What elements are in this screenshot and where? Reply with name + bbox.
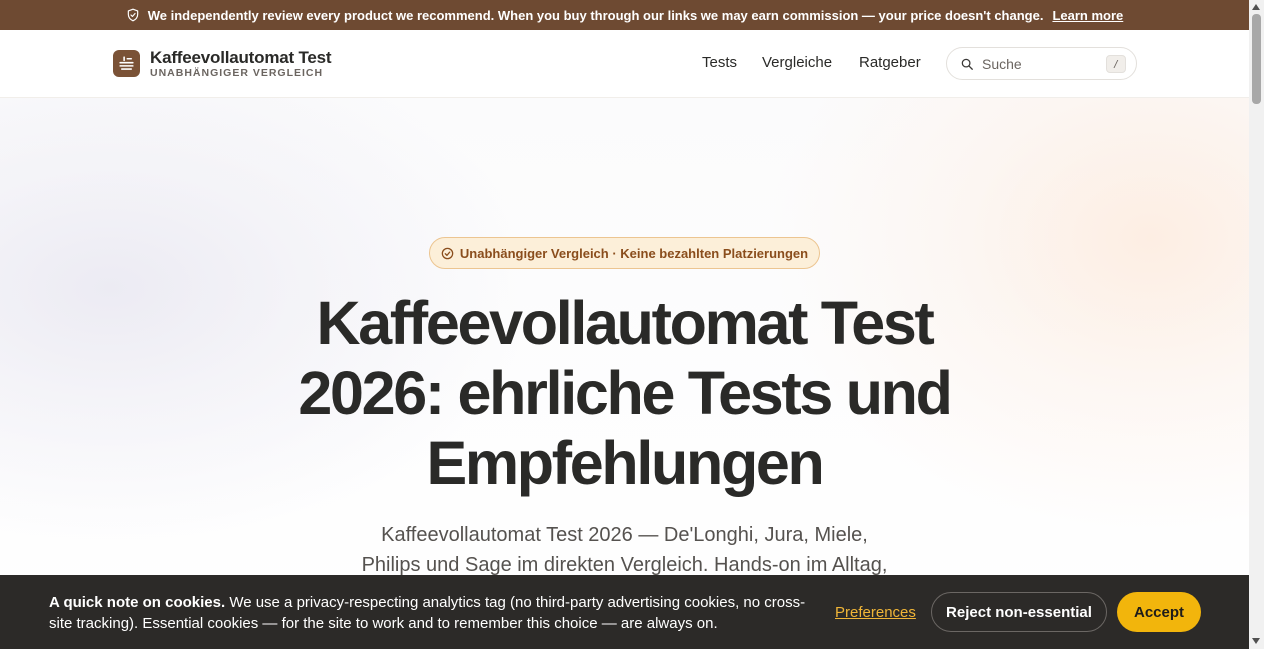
title-line: Empfehlungen <box>426 429 824 497</box>
affiliate-disclosure-bar: We independently review every product we… <box>0 0 1249 30</box>
page-scrollbar[interactable] <box>1249 0 1264 649</box>
nav-vergleiche[interactable]: Vergleiche <box>762 54 832 71</box>
disclosure-text: We independently review every product we… <box>147 7 1044 23</box>
site-header: Kaffeevollautomat Test UNABHÄNGIGER VERG… <box>0 30 1249 98</box>
preferences-link[interactable]: Preferences <box>835 604 916 621</box>
lede-line: Kaffeevollautomat Test 2026 — De'Longhi,… <box>381 524 868 546</box>
learn-more-link[interactable]: Learn more <box>1052 8 1123 23</box>
hero-section: Unabhängiger Vergleich · Keine bezahlten… <box>0 98 1249 649</box>
badge-text: Unabhängiger Vergleich · Keine bezahlten… <box>459 245 809 261</box>
cookie-title: A quick note on cookies. <box>49 594 226 611</box>
coffee-machine-icon[interactable] <box>113 50 140 77</box>
search-input[interactable]: Suche / <box>946 47 1137 80</box>
cookie-banner: A quick note on cookies. We use a privac… <box>0 575 1249 649</box>
scroll-thumb[interactable] <box>1252 14 1261 104</box>
brand-title[interactable]: Kaffeevollautomat Test <box>150 48 332 68</box>
accept-button[interactable]: Accept <box>1117 592 1201 632</box>
search-icon <box>960 57 974 71</box>
shield-check-icon <box>126 8 140 22</box>
lede-line: Philips und Sage im direkten Vergleich. … <box>361 554 888 576</box>
nav-ratgeber[interactable]: Ratgeber <box>859 54 921 71</box>
independence-badge: Unabhängiger Vergleich · Keine bezahlten… <box>429 237 820 269</box>
reject-button[interactable]: Reject non-essential <box>931 592 1107 632</box>
page-title: Kaffeevollautomat Test 2026: ehrliche Te… <box>200 288 1049 498</box>
search-placeholder: Suche <box>982 55 1022 72</box>
check-circle-icon <box>441 247 454 260</box>
title-line: 2026: ehrliche Tests und <box>298 359 953 427</box>
search-shortcut-key: / <box>1106 55 1126 73</box>
hero-lede: Kaffeevollautomat Test 2026 — De'Longhi,… <box>324 520 925 580</box>
brand-subtitle: UNABHÄNGIGER VERGLEICH <box>150 67 324 79</box>
nav-tests[interactable]: Tests <box>702 54 737 71</box>
cookie-message: A quick note on cookies. We use a privac… <box>49 592 819 634</box>
scroll-up-icon[interactable] <box>1252 4 1260 10</box>
title-line: Kaffeevollautomat Test <box>316 289 934 357</box>
scroll-down-icon[interactable] <box>1252 638 1260 644</box>
